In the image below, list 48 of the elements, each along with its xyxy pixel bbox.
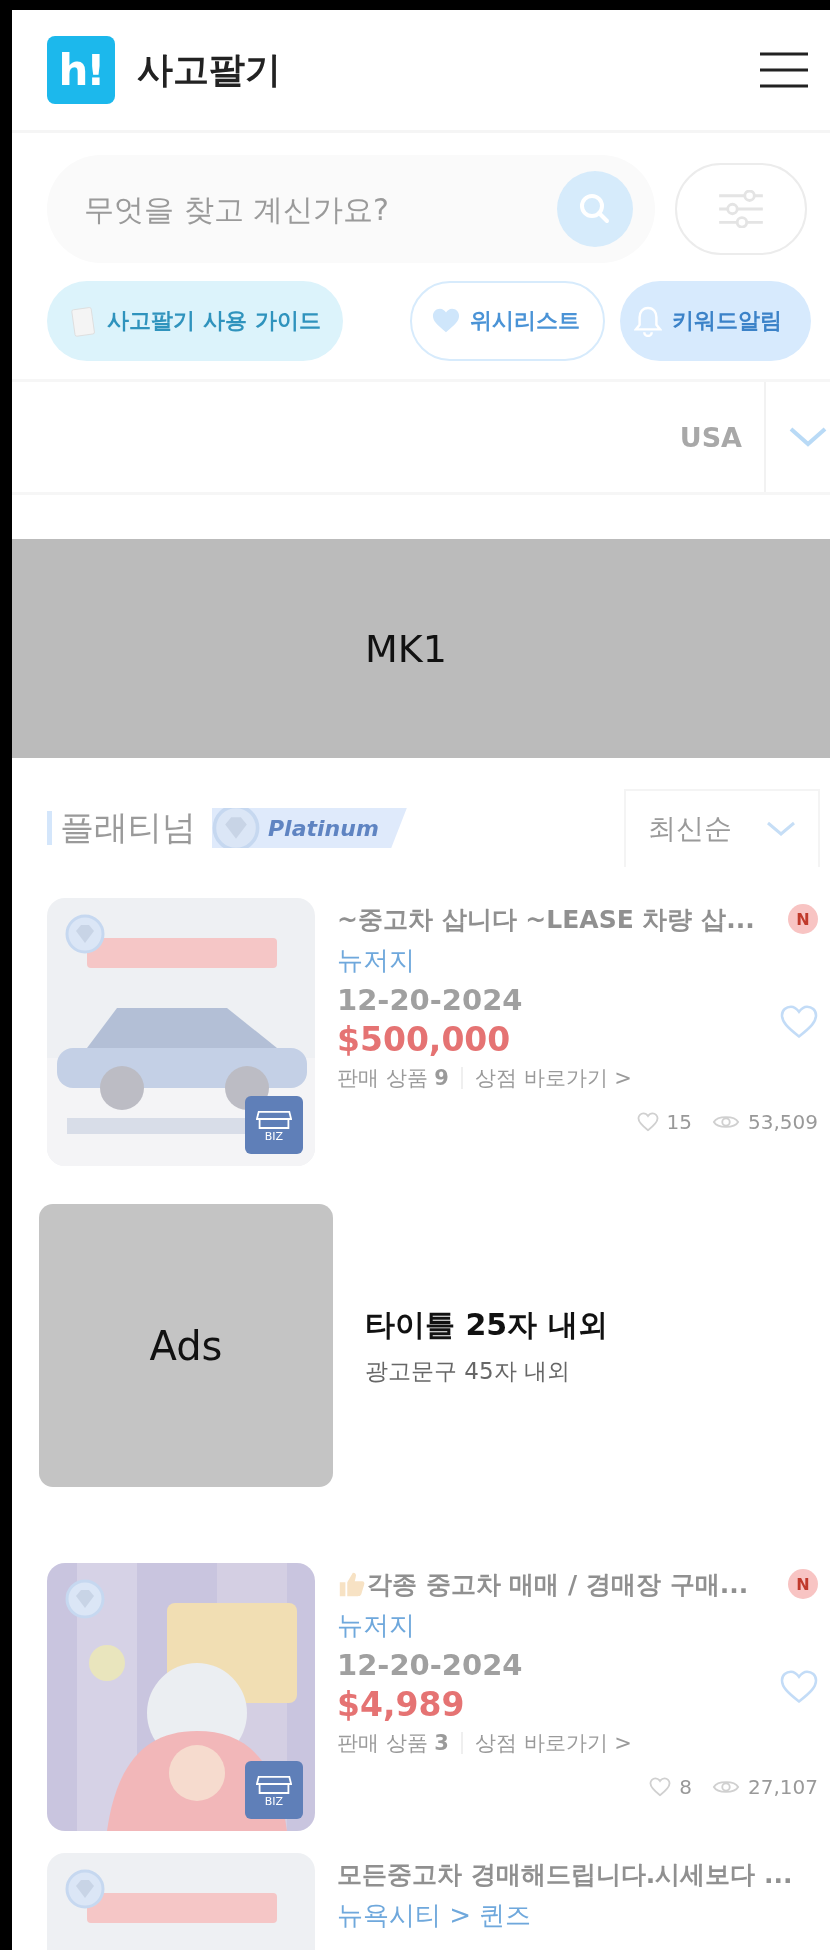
store-link[interactable]: 상점 바로가기 > bbox=[475, 1729, 632, 1757]
keyword-alert-button[interactable]: 키워드알림 bbox=[620, 281, 811, 361]
search-field[interactable]: 무엇을 찾고 계신가요? bbox=[82, 190, 557, 228]
listing-title[interactable]: 모든중고차 경매해드립니다.시세보다 ... bbox=[337, 1857, 793, 1891]
listing-price: $4,989 bbox=[337, 1685, 465, 1725]
listing-location: 뉴욕시티 > 퀸즈 bbox=[337, 1899, 533, 1932]
store-badge: BIZ bbox=[245, 1096, 303, 1154]
search-icon[interactable] bbox=[557, 171, 633, 247]
item-count: 판매 상품 9 bbox=[337, 1065, 449, 1092]
platinum-badge: Platinum bbox=[212, 808, 407, 848]
thumbs-up-icon bbox=[337, 1570, 365, 1598]
heart-icon[interactable] bbox=[780, 1670, 818, 1704]
listing-location: 뉴저지 bbox=[337, 1609, 416, 1642]
section-title: 플래티넘 bbox=[60, 806, 196, 849]
app-title: 사고팔기 bbox=[137, 47, 281, 92]
chevron-down-icon[interactable] bbox=[788, 426, 828, 448]
heart-icon bbox=[636, 1112, 659, 1132]
heart-icon[interactable] bbox=[780, 1005, 818, 1039]
wishlist-button[interactable]: 위시리스트 bbox=[410, 281, 605, 361]
ad-thumbnail[interactable]: Ads bbox=[39, 1204, 333, 1487]
sort-dropdown[interactable]: 최신순 bbox=[624, 789, 820, 867]
menu-icon[interactable] bbox=[760, 52, 808, 88]
listing-location: 뉴저지 bbox=[337, 944, 416, 977]
like-count: 8 bbox=[679, 1775, 692, 1799]
logo[interactable]: h! bbox=[47, 36, 115, 104]
store-link[interactable]: 상점 바로가기 > bbox=[475, 1064, 632, 1092]
guide-button[interactable]: 사고팔기 사용 가이드 bbox=[47, 281, 343, 361]
view-count: 27,107 bbox=[748, 1775, 818, 1799]
chevron-down-icon bbox=[766, 821, 796, 837]
listing-price: $500,000 bbox=[337, 1020, 511, 1060]
banner[interactable]: MK1 bbox=[12, 539, 830, 758]
view-count: 53,509 bbox=[748, 1110, 818, 1134]
heart-icon bbox=[649, 1777, 672, 1797]
listing-date: 12-20-2024 bbox=[337, 982, 524, 1019]
sliders-icon bbox=[717, 190, 765, 228]
ad-title[interactable]: 타이틀 25자 내외 bbox=[365, 1304, 608, 1346]
listing-title[interactable]: ~중고차 삽니다 ~LEASE 차량 삽... bbox=[337, 902, 755, 936]
bell-icon bbox=[634, 305, 662, 337]
region-select[interactable]: USA bbox=[679, 421, 742, 453]
like-count: 15 bbox=[666, 1110, 692, 1134]
listing-date: 12-20-2024 bbox=[337, 1647, 524, 1684]
search-bar[interactable]: 무엇을 찾고 계신가요? bbox=[47, 155, 655, 263]
new-badge: N bbox=[788, 904, 818, 934]
item-count: 판매 상품 3 bbox=[337, 1730, 449, 1757]
ad-text: 광고문구 45자 내외 bbox=[365, 1356, 571, 1386]
store-badge: BIZ bbox=[245, 1761, 303, 1819]
listing-title[interactable]: 각종 중고차 매매 / 경매장 구매... bbox=[367, 1567, 749, 1601]
new-badge: N bbox=[788, 1569, 818, 1599]
